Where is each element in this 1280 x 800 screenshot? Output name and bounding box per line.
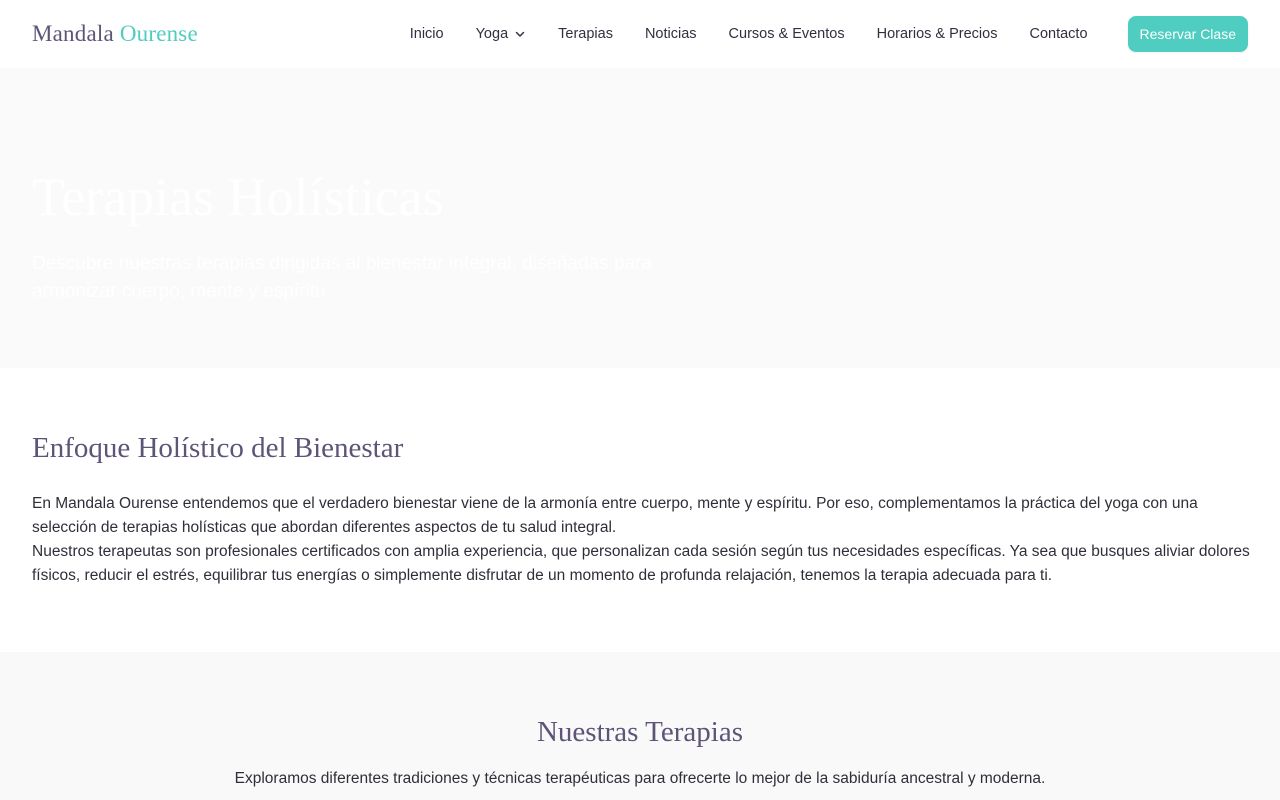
hero-section: Terapias Holísticas Descubre nuestras te… <box>0 68 1280 368</box>
therapies-title: Nuestras Terapias <box>536 716 743 748</box>
approach-paragraph-1: En Mandala Ourense entendemos que el ver… <box>32 495 1198 536</box>
main-nav: Inicio Yoga Terapias Noticias Cursos & E… <box>410 16 1248 52</box>
nav-item-label: Cursos & Eventos <box>728 26 845 42</box>
nav-item-label: Yoga <box>475 26 509 42</box>
site-header: Mandala Ourense Inicio Yoga Terapias Not… <box>0 0 1280 68</box>
nav-item-inicio[interactable]: Inicio <box>410 26 444 42</box>
nav-item-label: Contacto <box>1029 26 1088 42</box>
therapies-intro: Exploramos diferentes tradiciones y técn… <box>234 770 1046 787</box>
chevron-down-icon <box>515 31 525 37</box>
nav-item-cursos-eventos[interactable]: Cursos & Eventos <box>729 26 845 42</box>
book-class-button[interactable]: Reservar Clase <box>1127 16 1248 52</box>
site-logo[interactable]: Mandala Ourense <box>32 21 198 47</box>
hero-subtitle: Descubre nuestras terapias dirigidas al … <box>32 253 652 302</box>
approach-paragraph-2: Nuestros terapeutas son profesionales ce… <box>32 543 1250 584</box>
nav-item-label: Horarios & Precios <box>876 26 998 42</box>
therapies-section: Nuestras Terapias Exploramos diferentes … <box>0 652 1280 800</box>
nav-item-terapias[interactable]: Terapias <box>558 26 613 42</box>
nav-item-yoga[interactable]: Yoga <box>476 26 527 42</box>
logo-text-part1: Mandala <box>32 21 114 46</box>
nav-item-label: Inicio <box>409 26 444 42</box>
nav-item-contacto[interactable]: Contacto <box>1029 26 1087 42</box>
nav-item-label: Terapias <box>558 26 613 42</box>
approach-section: Enfoque Holístico del Bienestar En Manda… <box>0 368 1280 652</box>
hero-title: Terapias Holísticas <box>32 167 444 227</box>
nav-item-noticias[interactable]: Noticias <box>645 26 697 42</box>
logo-text-part2: Ourense <box>119 21 198 46</box>
nav-item-horarios-precios[interactable]: Horarios & Precios <box>877 26 998 42</box>
nav-item-label: Noticias <box>644 26 697 42</box>
approach-title: Enfoque Holístico del Bienestar <box>32 432 404 464</box>
